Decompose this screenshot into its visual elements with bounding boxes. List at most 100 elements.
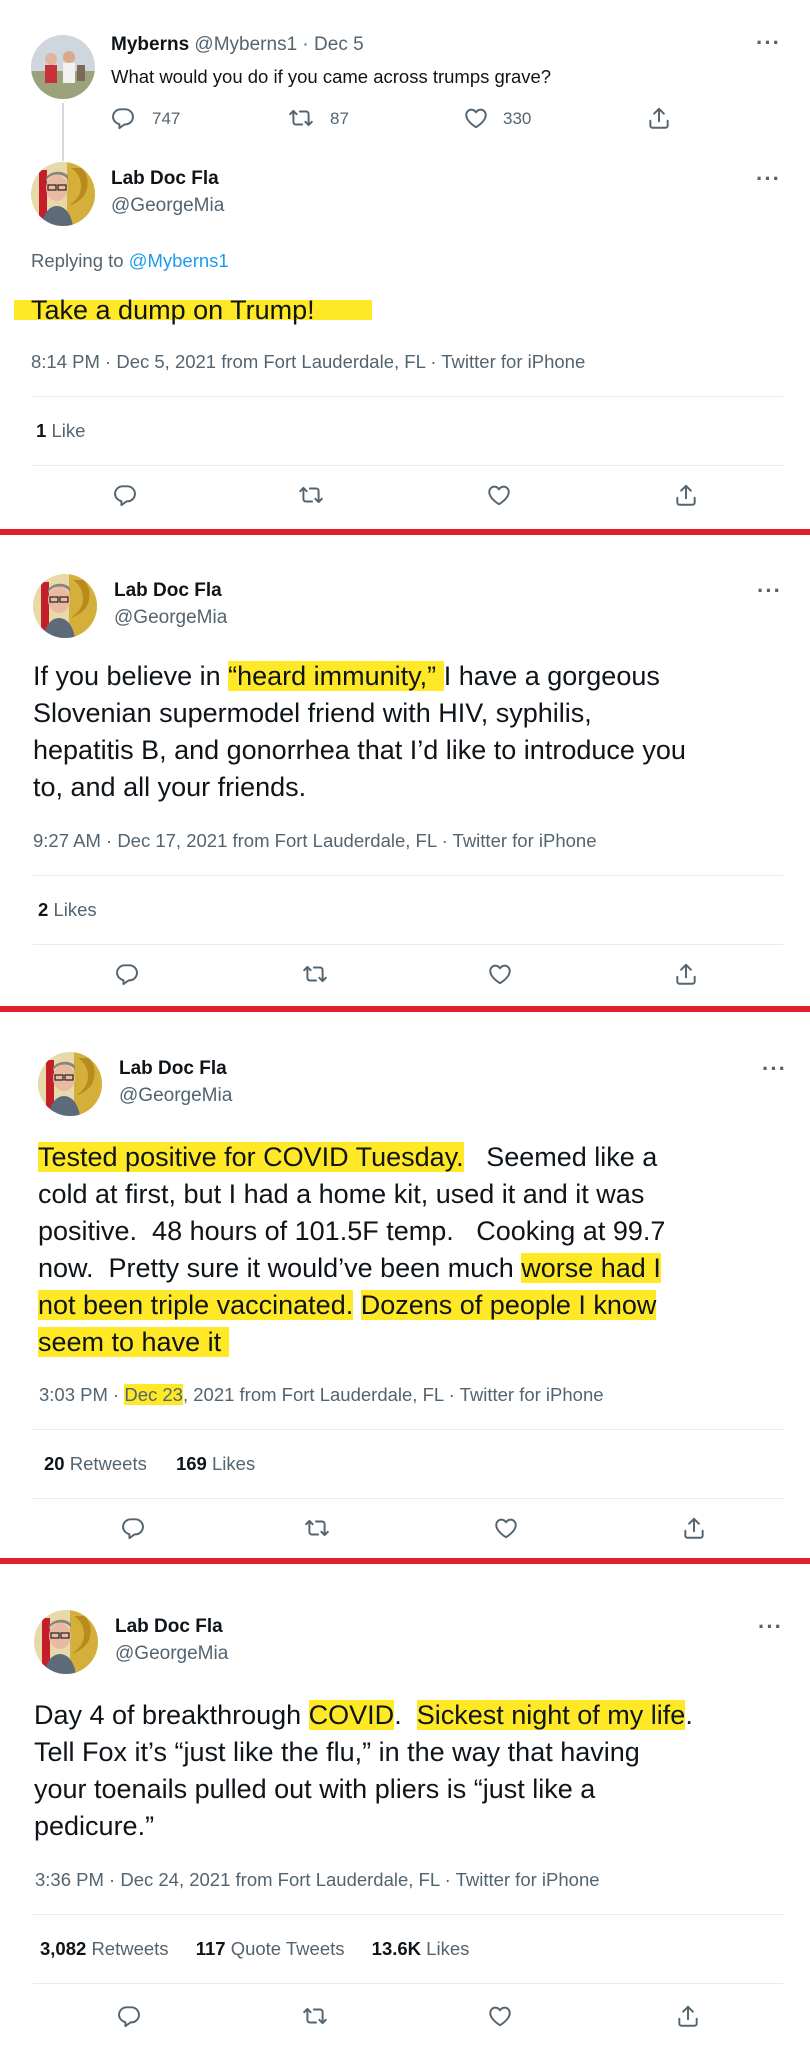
retweet-icon[interactable] [298, 482, 324, 508]
highlighted-text: not been triple vaccinated. [38, 1290, 354, 1320]
likes-stat[interactable]: 169 Likes [176, 1453, 255, 1474]
reply-thread-panel: Myberns @Myberns1 · Dec 5 ··· What would… [0, 0, 810, 532]
tweet-timestamp[interactable]: 8:14 PM · Dec 5, 2021 from Fort Lauderda… [31, 351, 585, 373]
engagement-stats: 20 Retweets 169 Likes [44, 1453, 255, 1475]
separator [33, 944, 783, 945]
likes-stat[interactable]: 13.6K Likes [372, 1938, 470, 1959]
tweet-line: pedicure.” [34, 1811, 155, 1841]
share-icon[interactable] [646, 105, 672, 131]
author-name[interactable]: Lab Doc Fla [111, 168, 219, 190]
tweet-line: not been triple vaccinated. Dozens of pe… [38, 1287, 665, 1324]
myberns-avatar[interactable] [31, 35, 95, 99]
reply-icon[interactable] [112, 482, 138, 508]
separator [33, 1498, 783, 1499]
highlighted-text: worse had I [521, 1253, 661, 1283]
tweet-line: to, and all your friends. [33, 772, 307, 802]
engagement-stats: 3,082 Retweets 117 Quote Tweets 13.6K Li… [40, 1938, 469, 1960]
share-icon[interactable] [673, 482, 699, 508]
tweet-panel-2: Lab Doc Fla @GeorgeMia ··· If you believ… [0, 535, 810, 1006]
retweet-icon[interactable] [304, 1515, 330, 1541]
heart-icon[interactable] [493, 1515, 519, 1541]
share-icon[interactable] [675, 2003, 701, 2029]
tweet-text: Tested positive for COVID Tuesday. Seeme… [38, 1139, 665, 1361]
share-icon[interactable] [681, 1515, 707, 1541]
tweet-text: Day 4 of breakthrough COVID. Sickest nig… [34, 1697, 693, 1845]
tweet-timestamp[interactable]: 3:03 PM · Dec 23, 2021 from Fort Lauderd… [39, 1384, 604, 1406]
parent-retweet-count: 87 [330, 109, 349, 128]
labdoc-avatar[interactable] [38, 1052, 102, 1116]
author-handle[interactable]: @GeorgeMia [119, 1085, 232, 1107]
more-icon[interactable]: ··· [758, 1614, 783, 1640]
highlighted-text: “heard immunity,” [228, 661, 444, 691]
reply-icon[interactable] [114, 961, 140, 987]
separator [33, 875, 783, 876]
retweets-stat[interactable]: 20 Retweets [44, 1453, 147, 1474]
likes-stat[interactable]: 1 Like [36, 420, 85, 442]
highlighted-text: COVID [308, 1700, 395, 1730]
thread-connector-line [62, 103, 64, 161]
labdoc-avatar[interactable] [33, 574, 97, 638]
tweet-line: seem to have it [38, 1324, 665, 1361]
author-handle[interactable]: @GeorgeMia [114, 607, 227, 629]
highlighted-text: Dozens of people I know [360, 1290, 657, 1320]
author-name[interactable]: Lab Doc Fla [119, 1058, 227, 1080]
heart-icon[interactable] [487, 2003, 513, 2029]
tweet-line: cold at first, but I had a home kit, use… [38, 1179, 645, 1209]
reply-icon[interactable] [116, 2003, 142, 2029]
replying-to-link[interactable]: @Myberns1 [129, 250, 229, 271]
labdoc-avatar[interactable] [34, 1610, 98, 1674]
more-icon[interactable]: ··· [762, 1056, 787, 1082]
tweet-panel-3: Lab Doc Fla @GeorgeMia ··· Tested positi… [0, 1012, 810, 1561]
tweet-text: Take a dump on Trump! [31, 295, 315, 325]
author-name[interactable]: Lab Doc Fla [115, 1616, 223, 1638]
more-icon[interactable]: ··· [757, 578, 782, 604]
highlighted-date: Dec 23 [124, 1384, 183, 1405]
parent-tweet-text: What would you do if you came across tru… [111, 66, 552, 87]
highlighted-text: Tested positive for COVID Tuesday. [38, 1142, 464, 1172]
parent-like-count: 330 [503, 109, 532, 128]
quote-tweets-stat[interactable]: 117 Quote Tweets [196, 1938, 345, 1959]
parent-author-name[interactable]: Myberns [111, 34, 189, 55]
separator [33, 1914, 783, 1915]
likes-stat[interactable]: 2 Likes [38, 899, 97, 921]
tweet-text: If you believe in “heard immunity,” I ha… [33, 658, 686, 806]
highlighted-text: seem to have it [38, 1327, 229, 1357]
tweet-line: hepatitis B, and gonorrhea that I’d like… [33, 735, 686, 765]
tweet-line: now. Pretty sure it would’ve been much w… [38, 1253, 661, 1283]
parent-date[interactable]: Dec 5 [314, 34, 364, 55]
tweet-timestamp[interactable]: 3:36 PM · Dec 24, 2021 from Fort Lauderd… [35, 1869, 600, 1891]
retweet-icon[interactable] [302, 961, 328, 987]
heart-icon[interactable] [487, 961, 513, 987]
separator [33, 396, 783, 397]
retweet-icon[interactable] [302, 2003, 328, 2029]
tweet-line: If you believe in “heard immunity,” I ha… [33, 661, 660, 691]
author-handle[interactable]: @GeorgeMia [111, 195, 224, 217]
parent-reply-count: 747 [152, 109, 181, 128]
separator [33, 1429, 783, 1430]
separator [33, 1983, 783, 1984]
author-name[interactable]: Lab Doc Fla [114, 580, 222, 602]
tweet-line: positive. 48 hours of 101.5F temp. Cooki… [38, 1216, 666, 1246]
parent-author-handle[interactable]: @Myberns1 [194, 34, 297, 55]
retweet-icon [288, 105, 314, 131]
reply-icon[interactable] [120, 1515, 146, 1541]
tweet-line: Slovenian supermodel friend with HIV, sy… [33, 698, 592, 728]
tweet-line: your toenails pulled out with pliers is … [34, 1774, 596, 1804]
parent-tweet-header: Myberns @Myberns1 · Dec 5 [111, 34, 364, 56]
share-icon[interactable] [673, 961, 699, 987]
parent-more-icon[interactable]: ··· [756, 30, 781, 56]
highlighted-text: Sickest night of my life [416, 1700, 686, 1730]
heart-icon[interactable] [486, 482, 512, 508]
separator [33, 465, 783, 466]
tweet-line: Tell Fox it’s “just like the flu,” in th… [34, 1737, 640, 1767]
tweet-line: Day 4 of breakthrough COVID. Sickest nig… [34, 1700, 693, 1730]
more-icon[interactable]: ··· [756, 166, 781, 192]
heart-icon [463, 105, 489, 131]
reply-icon [110, 105, 136, 131]
labdoc-avatar[interactable] [31, 162, 95, 226]
parent-dot: · [302, 34, 309, 55]
tweet-panel-4: Lab Doc Fla @GeorgeMia ··· Day 4 of brea… [0, 1564, 810, 2048]
tweet-timestamp[interactable]: 9:27 AM · Dec 17, 2021 from Fort Lauderd… [33, 830, 597, 852]
retweets-stat[interactable]: 3,082 Retweets [40, 1938, 169, 1959]
author-handle[interactable]: @GeorgeMia [115, 1643, 228, 1665]
